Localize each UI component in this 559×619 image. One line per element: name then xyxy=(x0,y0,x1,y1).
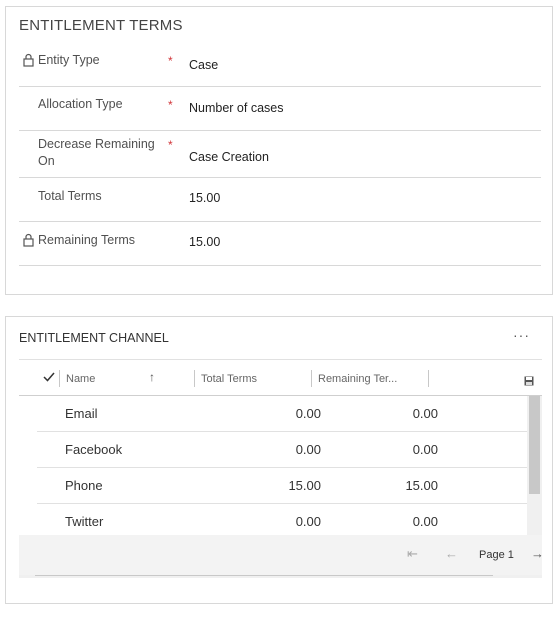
remaining-terms-value[interactable]: 15.00 xyxy=(189,235,220,249)
sort-ascending-icon[interactable]: ↑ xyxy=(149,370,155,384)
decrease-remaining-on-value[interactable]: Case Creation xyxy=(189,150,269,164)
first-page-icon[interactable]: ⇤ xyxy=(407,546,418,562)
table-row[interactable]: Facebook 0.00 0.00 xyxy=(37,432,527,468)
column-divider[interactable] xyxy=(194,370,195,387)
allocation-type-value[interactable]: Number of cases xyxy=(189,101,283,115)
grid-header: Name ↑ Total Terms Remaining Ter... xyxy=(19,360,542,396)
total-terms-value[interactable]: 15.00 xyxy=(189,191,220,205)
vertical-scroll-thumb[interactable] xyxy=(529,396,540,494)
select-all-check-icon[interactable] xyxy=(43,372,55,382)
required-marker: * xyxy=(168,54,173,68)
column-header-remaining-terms[interactable]: Remaining Ter... xyxy=(318,373,397,385)
section-title: ENTITLEMENT CHANNEL xyxy=(19,331,169,345)
next-page-icon[interactable]: → xyxy=(531,546,544,561)
column-divider xyxy=(59,370,60,387)
field-total-terms: Total Terms 15.00 xyxy=(19,178,541,222)
cell-total-terms: 0.00 xyxy=(295,514,321,529)
section-title: ENTITLEMENT TERMS xyxy=(19,17,183,34)
lock-icon xyxy=(23,233,34,247)
table-row[interactable]: Email 0.00 0.00 xyxy=(37,396,527,432)
field-allocation-type: Allocation Type * Number of cases xyxy=(19,87,541,131)
required-marker: * xyxy=(168,98,173,112)
cell-total-terms: 0.00 xyxy=(295,406,321,421)
previous-page-icon[interactable]: ← xyxy=(445,546,458,561)
field-label: Entity Type xyxy=(38,53,100,67)
column-header-name[interactable]: Name xyxy=(66,373,95,385)
cell-remaining-terms: 0.00 xyxy=(412,442,438,457)
field-label: Allocation Type xyxy=(38,97,123,111)
cell-remaining-terms: 0.00 xyxy=(412,514,438,529)
field-label: Remaining Terms xyxy=(38,233,136,247)
cell-name: Twitter xyxy=(65,514,104,529)
required-marker: * xyxy=(168,138,173,152)
cell-name: Facebook xyxy=(65,442,123,457)
field-label: Decrease Remaining On xyxy=(38,137,155,168)
entity-type-value[interactable]: Case xyxy=(189,58,218,72)
cell-remaining-terms: 0.00 xyxy=(412,406,438,421)
page-number: Page 1 xyxy=(479,549,514,561)
lock-icon xyxy=(23,53,34,67)
column-header-total-terms[interactable]: Total Terms xyxy=(201,373,257,385)
field-decrease-remaining-on: Decrease Remaining On * Case Creation xyxy=(19,131,541,178)
cell-total-terms: 0.00 xyxy=(295,442,321,457)
cell-remaining-terms: 15.00 xyxy=(405,478,438,493)
cell-name: Phone xyxy=(65,478,103,493)
cell-name: Email xyxy=(65,406,98,421)
field-remaining-terms: Remaining Terms 15.00 xyxy=(19,222,541,266)
column-divider[interactable] xyxy=(428,370,429,387)
field-label: Total Terms xyxy=(38,189,102,203)
cell-total-terms: 15.00 xyxy=(288,478,321,493)
grid-pager: ⇤ ← Page 1 → xyxy=(19,535,544,575)
save-view-icon[interactable] xyxy=(524,376,534,386)
entitlement-terms-section: ENTITLEMENT TERMS Entity Type * Case All… xyxy=(5,6,553,295)
field-entity-type: Entity Type * Case xyxy=(19,43,541,87)
more-options-icon[interactable]: ··· xyxy=(513,327,530,343)
table-row[interactable]: Phone 15.00 15.00 xyxy=(37,468,527,504)
column-divider[interactable] xyxy=(311,370,312,387)
entitlement-channel-section: ENTITLEMENT CHANNEL ··· Name ↑ Total Ter… xyxy=(5,316,553,604)
